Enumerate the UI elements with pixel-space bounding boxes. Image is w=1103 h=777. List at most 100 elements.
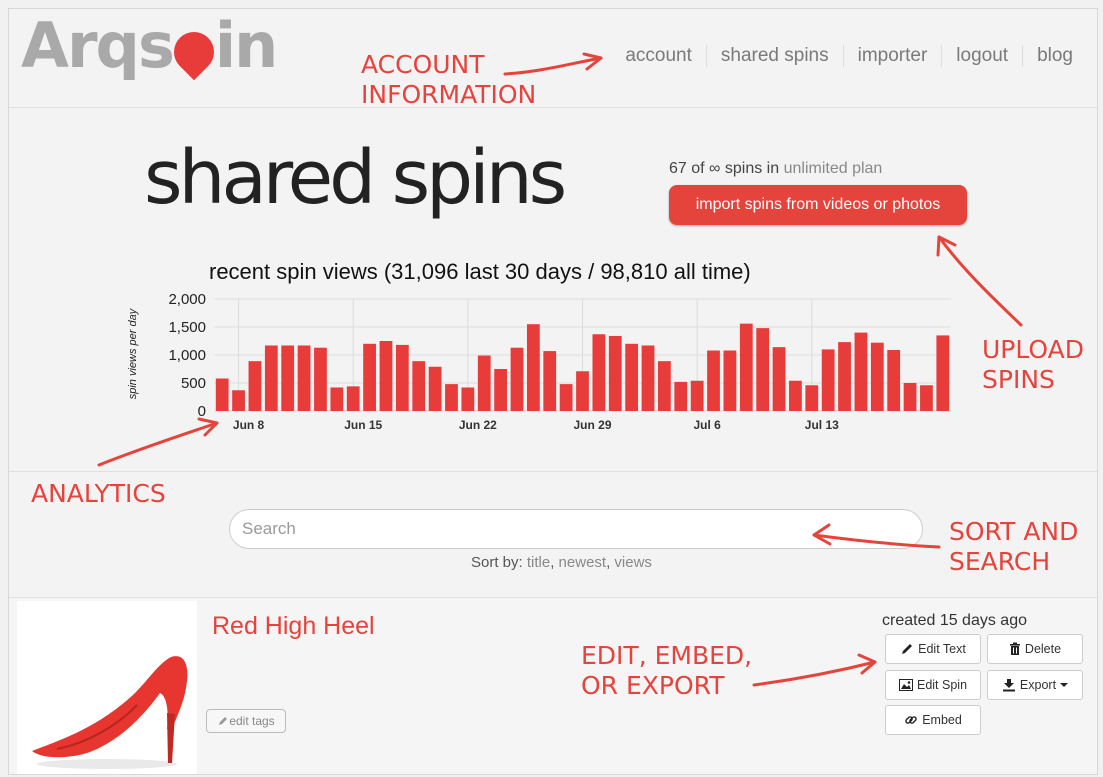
chart-bar[interactable]: [363, 343, 376, 411]
chart-bar[interactable]: [821, 349, 835, 411]
chart-bar[interactable]: [215, 378, 229, 411]
link-icon: [905, 716, 917, 724]
chart-bar[interactable]: [379, 341, 393, 411]
chart-x-tick-label: Jun 29: [573, 418, 611, 429]
page-title: shared spins: [144, 135, 567, 221]
trash-icon: [1009, 642, 1020, 655]
sort-option-newest[interactable]: newest: [559, 554, 607, 571]
nav-blog[interactable]: blog: [1022, 45, 1087, 67]
annotation-sort-and-search: SORT AND SEARCH: [949, 517, 1079, 576]
nav-account[interactable]: account: [611, 45, 706, 67]
chart-bar[interactable]: [854, 332, 868, 411]
sort-options: Sort by: title, newest, views: [471, 554, 652, 571]
chart-bar[interactable]: [232, 390, 245, 411]
chart-bar[interactable]: [772, 347, 786, 411]
embed-label: Embed: [922, 713, 962, 727]
plan-status: 67 of ∞ spins in unlimited plan: [669, 160, 882, 178]
chart-bar[interactable]: [395, 344, 409, 411]
chart-divider: [9, 471, 1097, 472]
chart-bar[interactable]: [428, 366, 442, 411]
list-divider: [9, 597, 1097, 598]
pin-icon: [165, 23, 223, 81]
chart-bar[interactable]: [576, 371, 589, 411]
chart-y-tick-label: 0: [198, 403, 206, 420]
chart-bar[interactable]: [936, 335, 950, 411]
created-timestamp: created 15 days ago: [882, 612, 1027, 629]
edit-spin-label: Edit Spin: [916, 678, 968, 692]
embed-button[interactable]: Embed: [885, 705, 981, 735]
chart-bar[interactable]: [903, 383, 917, 411]
chart-y-tick-label: 2,000: [168, 291, 206, 308]
chart-bar[interactable]: [608, 335, 622, 411]
chart-bar[interactable]: [690, 380, 704, 411]
annotation-account-information: ACCOUNT INFORMATION: [361, 50, 537, 109]
search-input[interactable]: [229, 509, 923, 549]
chart-bar[interactable]: [838, 342, 851, 411]
chart-bar[interactable]: [559, 384, 573, 411]
chart-bar[interactable]: [281, 345, 295, 411]
sort-option-title[interactable]: title: [527, 554, 550, 571]
chart-bar[interactable]: [412, 361, 426, 411]
nav-importer[interactable]: importer: [842, 45, 942, 67]
logo-text-right: in: [214, 9, 278, 82]
red-high-heel-image: [32, 656, 188, 769]
chart-bar[interactable]: [494, 369, 507, 411]
plan-name-link[interactable]: unlimited plan: [784, 160, 883, 177]
caret-down-icon: [1060, 683, 1069, 687]
pencil-icon: [902, 644, 913, 654]
sort-label: Sort by:: [471, 554, 523, 571]
edit-spin-button[interactable]: Edit Spin: [885, 670, 981, 700]
chart-bar[interactable]: [641, 345, 655, 411]
logo-text-left: Arqs: [21, 9, 175, 82]
chart-bar[interactable]: [723, 350, 737, 411]
chart-bar[interactable]: [920, 385, 933, 411]
top-nav: account shared spins importer logout blo…: [611, 45, 1087, 67]
chart-bar[interactable]: [248, 361, 262, 411]
chart-bar[interactable]: [330, 387, 344, 411]
chart-bar[interactable]: [264, 345, 278, 411]
chart-bar[interactable]: [445, 384, 458, 411]
chart-bar[interactable]: [592, 334, 606, 411]
delete-label: Delete: [1024, 642, 1062, 656]
arrow-head-upload: [936, 235, 957, 257]
chart-bar[interactable]: [789, 380, 802, 411]
spin-title-link[interactable]: Red High Heel: [212, 612, 375, 641]
chart-bar[interactable]: [625, 343, 639, 411]
chart-bar[interactable]: [314, 347, 327, 411]
delete-button[interactable]: Delete: [987, 634, 1083, 664]
spin-thumbnail[interactable]: [17, 601, 197, 774]
edit-tags-button[interactable]: edit tags: [206, 709, 286, 733]
chart-bar[interactable]: [346, 386, 360, 411]
chart-bar[interactable]: [739, 323, 753, 411]
chart-bar[interactable]: [526, 324, 540, 411]
chart-bar[interactable]: [674, 381, 688, 411]
chart-bar[interactable]: [297, 345, 311, 411]
nav-logout[interactable]: logout: [941, 45, 1022, 67]
chart-bar[interactable]: [658, 361, 671, 411]
edit-text-button[interactable]: Edit Text: [885, 634, 981, 664]
chart-bar[interactable]: [543, 351, 557, 411]
chart-x-tick-label: Jul 13: [805, 418, 839, 429]
arqspin-logo[interactable]: Arqs in: [21, 15, 278, 81]
nav-shared-spins[interactable]: shared spins: [705, 45, 843, 67]
chart-bar[interactable]: [805, 385, 819, 411]
chart-bar[interactable]: [870, 342, 884, 411]
chart-y-tick-label: 1,000: [168, 347, 206, 364]
chart-bar[interactable]: [461, 387, 475, 411]
arrow-head-account: [582, 52, 603, 71]
import-spins-button[interactable]: import spins from videos or photos: [669, 185, 967, 225]
chart-bar[interactable]: [707, 350, 720, 411]
edit-tags-label: edit tags: [229, 714, 275, 728]
export-dropdown-button[interactable]: Export: [987, 670, 1083, 700]
chart-bar[interactable]: [477, 355, 491, 411]
edit-text-label: Edit Text: [918, 642, 966, 656]
plan-count: 67 of ∞ spins in: [669, 160, 780, 177]
sort-option-views[interactable]: views: [614, 554, 652, 571]
annotation-analytics: ANALYTICS: [31, 479, 166, 508]
chart-bar[interactable]: [510, 347, 524, 411]
chart-y-tick-label: 500: [181, 375, 206, 392]
chart-bar[interactable]: [756, 328, 770, 411]
chart-bar[interactable]: [887, 349, 901, 411]
chart-x-tick-label: Jun 22: [459, 418, 497, 429]
chart-y-tick-label: 1,500: [168, 319, 206, 336]
